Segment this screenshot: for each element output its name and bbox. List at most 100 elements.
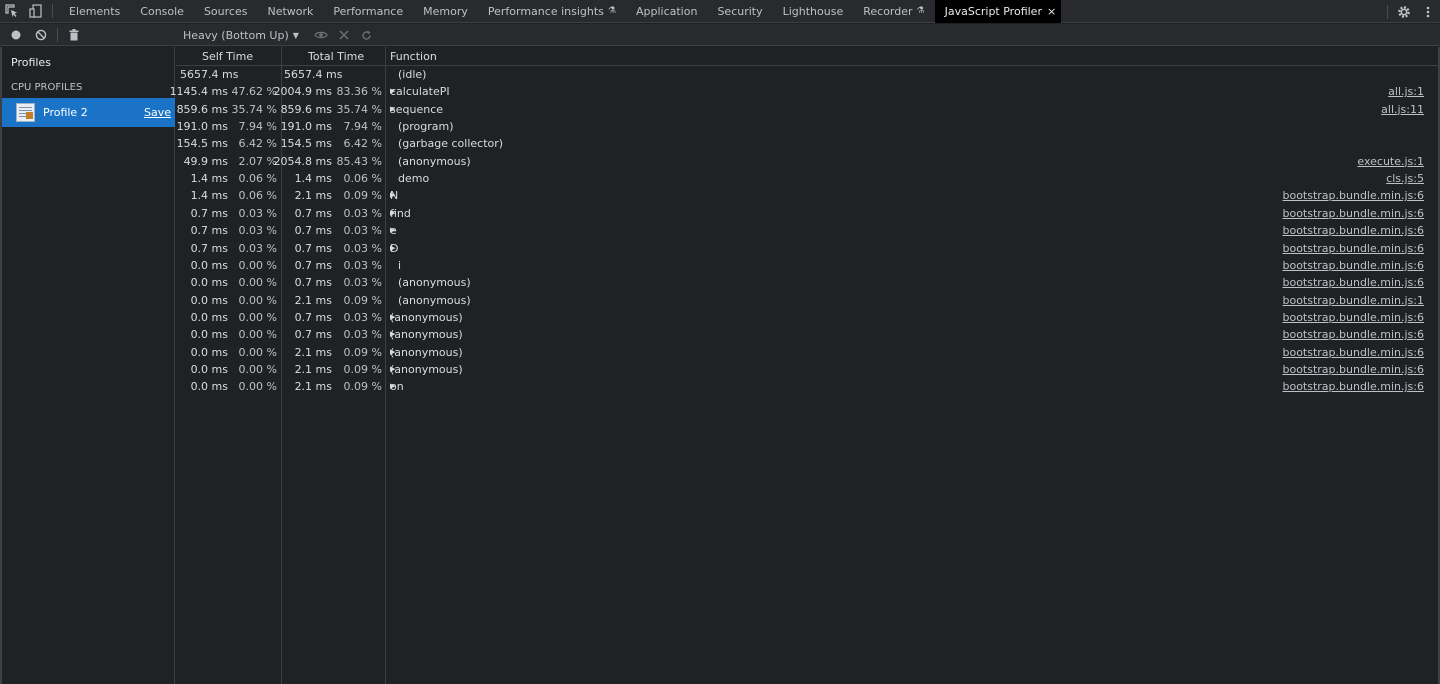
- self-time-value: 1145.4 ms: [169, 85, 228, 99]
- tab-label: Console: [140, 4, 184, 18]
- source-link[interactable]: bootstrap.bundle.min.js:6: [1282, 189, 1424, 202]
- self-time-percent: 0.00 %: [238, 293, 277, 307]
- expand-triangle-icon[interactable]: ▶: [390, 191, 395, 199]
- expand-triangle-icon[interactable]: ▶: [390, 330, 395, 338]
- source-link[interactable]: bootstrap.bundle.min.js:6: [1282, 311, 1424, 324]
- table-row[interactable]: 0.0 ms 0.00 % 0.7 ms 0.03 % ▶ (anonymous) boot…: [176, 309, 1438, 326]
- function-cell: ▶ e: [390, 224, 397, 237]
- table-row[interactable]: 1.4 ms 0.06 % 1.4 ms 0.06 % demo cls.js:5: [176, 170, 1438, 187]
- tab-performance[interactable]: Performance: [323, 0, 413, 23]
- device-toolbar-icon[interactable]: [24, 0, 48, 23]
- total-time-percent: 0.06 %: [343, 172, 382, 186]
- self-time-value: 0.7 ms: [190, 224, 228, 238]
- function-cell: ▶ find: [390, 207, 411, 220]
- total-time-value: 0.7 ms: [294, 328, 332, 342]
- source-link[interactable]: bootstrap.bundle.min.js:6: [1282, 328, 1424, 341]
- table-row[interactable]: 0.0 ms 0.00 % 2.1 ms 0.09 % ▶ (anonymous) boot…: [176, 361, 1438, 378]
- tab-performance-insights[interactable]: Performance insights ⚗: [478, 0, 626, 23]
- self-time-value: 859.6 ms: [176, 102, 228, 116]
- table-row[interactable]: 1.4 ms 0.06 % 2.1 ms 0.09 % ▶ N bootstrap.bund…: [176, 187, 1438, 204]
- tab-memory[interactable]: Memory: [413, 0, 478, 23]
- source-link[interactable]: bootstrap.bundle.min.js:6: [1282, 380, 1424, 393]
- table-row[interactable]: 0.7 ms 0.03 % 0.7 ms 0.03 % ▶ find bootstrap.b…: [176, 205, 1438, 222]
- table-row[interactable]: 191.0 ms 7.94 % 191.0 ms 7.94 % (program): [176, 118, 1438, 135]
- save-profile-link[interactable]: Save: [144, 106, 171, 119]
- expand-triangle-icon[interactable]: ▶: [390, 365, 395, 373]
- tab-security[interactable]: Security: [707, 0, 772, 23]
- close-tab-icon[interactable]: ×: [1047, 5, 1056, 18]
- expand-triangle-icon[interactable]: ▶: [390, 348, 395, 356]
- tab-elements[interactable]: Elements: [59, 0, 130, 23]
- total-time-column-header[interactable]: Total Time: [308, 50, 364, 63]
- table-row[interactable]: 49.9 ms 2.07 % 2054.8 ms 85.43 % (anonymous)…: [176, 153, 1438, 170]
- tab-javascript-profiler[interactable]: JavaScript Profiler ×: [934, 0, 1062, 23]
- self-time-percent: 35.74 %: [231, 102, 277, 116]
- source-link[interactable]: cls.js:5: [1386, 172, 1424, 185]
- table-row[interactable]: 0.0 ms 0.00 % 0.7 ms 0.03 % i bootstrap.bundl…: [176, 257, 1438, 274]
- source-link[interactable]: bootstrap.bundle.min.js:6: [1282, 346, 1424, 359]
- source-link[interactable]: bootstrap.bundle.min.js:6: [1282, 207, 1424, 220]
- tab-label: Performance insights: [487, 4, 604, 18]
- tab-label: Sources: [203, 4, 248, 18]
- tab-lighthouse[interactable]: Lighthouse: [773, 0, 854, 23]
- table-row[interactable]: 0.0 ms 0.00 % 2.1 ms 0.09 % ▶ (anonymous) boot…: [176, 344, 1438, 361]
- expand-triangle-icon[interactable]: ▶: [390, 313, 395, 321]
- self-time-value: 1.4 ms: [190, 172, 228, 186]
- source-link[interactable]: bootstrap.bundle.min.js:1: [1282, 294, 1424, 307]
- more-options-icon[interactable]: [1416, 0, 1440, 23]
- expand-triangle-icon[interactable]: ▶: [390, 382, 395, 390]
- source-link[interactable]: all.js:11: [1381, 103, 1424, 116]
- table-row[interactable]: 0.0 ms 0.00 % 2.1 ms 0.09 % ▶ on bootstrap.bun…: [176, 378, 1438, 395]
- record-icon[interactable]: [9, 28, 23, 42]
- exclude-x-icon[interactable]: [336, 27, 352, 43]
- table-row[interactable]: 0.0 ms 0.00 % 2.1 ms 0.09 % (anonymous) boots…: [176, 292, 1438, 309]
- tab-console[interactable]: Console: [130, 0, 194, 23]
- tab-network[interactable]: Network: [257, 0, 323, 23]
- function-cell: (idle): [398, 68, 426, 81]
- clear-icon[interactable]: [34, 28, 48, 42]
- tab-label: Application: [635, 4, 698, 18]
- trash-icon[interactable]: [67, 28, 81, 42]
- expand-triangle-icon[interactable]: ▶: [390, 244, 395, 252]
- tab-label: Recorder: [863, 4, 913, 18]
- source-link[interactable]: all.js:1: [1388, 85, 1424, 98]
- expand-triangle-icon[interactable]: ▶: [390, 209, 395, 217]
- settings-gear-icon[interactable]: [1392, 0, 1416, 23]
- total-time-percent: 0.03 %: [343, 224, 382, 238]
- inspect-element-icon[interactable]: [0, 0, 24, 23]
- tab-label: Lighthouse: [782, 4, 844, 18]
- tab-sources[interactable]: Sources: [194, 0, 258, 23]
- function-column-header[interactable]: Function: [390, 50, 437, 63]
- expand-triangle-icon[interactable]: ▶: [390, 87, 395, 95]
- self-time-value: 0.0 ms: [190, 310, 228, 324]
- table-row[interactable]: 5657.4 ms 5657.4 ms (idle): [176, 66, 1438, 83]
- expand-triangle-icon[interactable]: ▶: [390, 226, 395, 234]
- table-row[interactable]: 0.7 ms 0.03 % 0.7 ms 0.03 % ▶ e bootstrap.bund…: [176, 222, 1438, 239]
- source-link[interactable]: bootstrap.bundle.min.js:6: [1282, 276, 1424, 289]
- source-link[interactable]: bootstrap.bundle.min.js:6: [1282, 242, 1424, 255]
- total-time-percent: 6.42 %: [343, 137, 382, 151]
- table-row[interactable]: 0.0 ms 0.00 % 0.7 ms 0.03 % (anonymous) boots…: [176, 274, 1438, 291]
- source-link[interactable]: bootstrap.bundle.min.js:6: [1282, 259, 1424, 272]
- table-row[interactable]: 154.5 ms 6.42 % 154.5 ms 6.42 % (garbage col…: [176, 135, 1438, 152]
- view-mode-select[interactable]: Heavy (Bottom Up) ▼: [176, 24, 306, 46]
- profile-label: Profile 2: [43, 106, 88, 119]
- restore-refresh-icon[interactable]: [359, 27, 375, 43]
- expand-triangle-icon[interactable]: ▶: [390, 105, 395, 113]
- table-row[interactable]: 0.0 ms 0.00 % 0.7 ms 0.03 % ▶ (anonymous) boot…: [176, 326, 1438, 343]
- table-row[interactable]: 859.6 ms 35.74 % 859.6 ms 35.74 % ▶ sequence a…: [176, 101, 1438, 118]
- total-time-value: 0.7 ms: [294, 241, 332, 255]
- source-link[interactable]: bootstrap.bundle.min.js:6: [1282, 363, 1424, 376]
- self-time-column-header[interactable]: Self Time: [202, 50, 253, 63]
- source-link[interactable]: execute.js:1: [1357, 155, 1424, 168]
- self-time-percent: 0.00 %: [238, 310, 277, 324]
- table-row[interactable]: 1145.4 ms 47.62 % 2004.9 ms 83.36 % ▶ calcula…: [170, 83, 1438, 100]
- source-link[interactable]: bootstrap.bundle.min.js:6: [1282, 224, 1424, 237]
- focus-eye-icon[interactable]: [313, 27, 329, 43]
- dropdown-arrow-icon: ▼: [292, 30, 299, 40]
- sidebar-item-profile-2[interactable]: Profile 2 Save: [2, 98, 175, 127]
- function-cell: demo: [398, 172, 429, 185]
- table-row[interactable]: 0.7 ms 0.03 % 0.7 ms 0.03 % ▶ D bootstrap.bund…: [176, 240, 1438, 257]
- tab-application[interactable]: Application: [626, 0, 707, 23]
- tab-recorder[interactable]: Recorder ⚗: [853, 0, 934, 23]
